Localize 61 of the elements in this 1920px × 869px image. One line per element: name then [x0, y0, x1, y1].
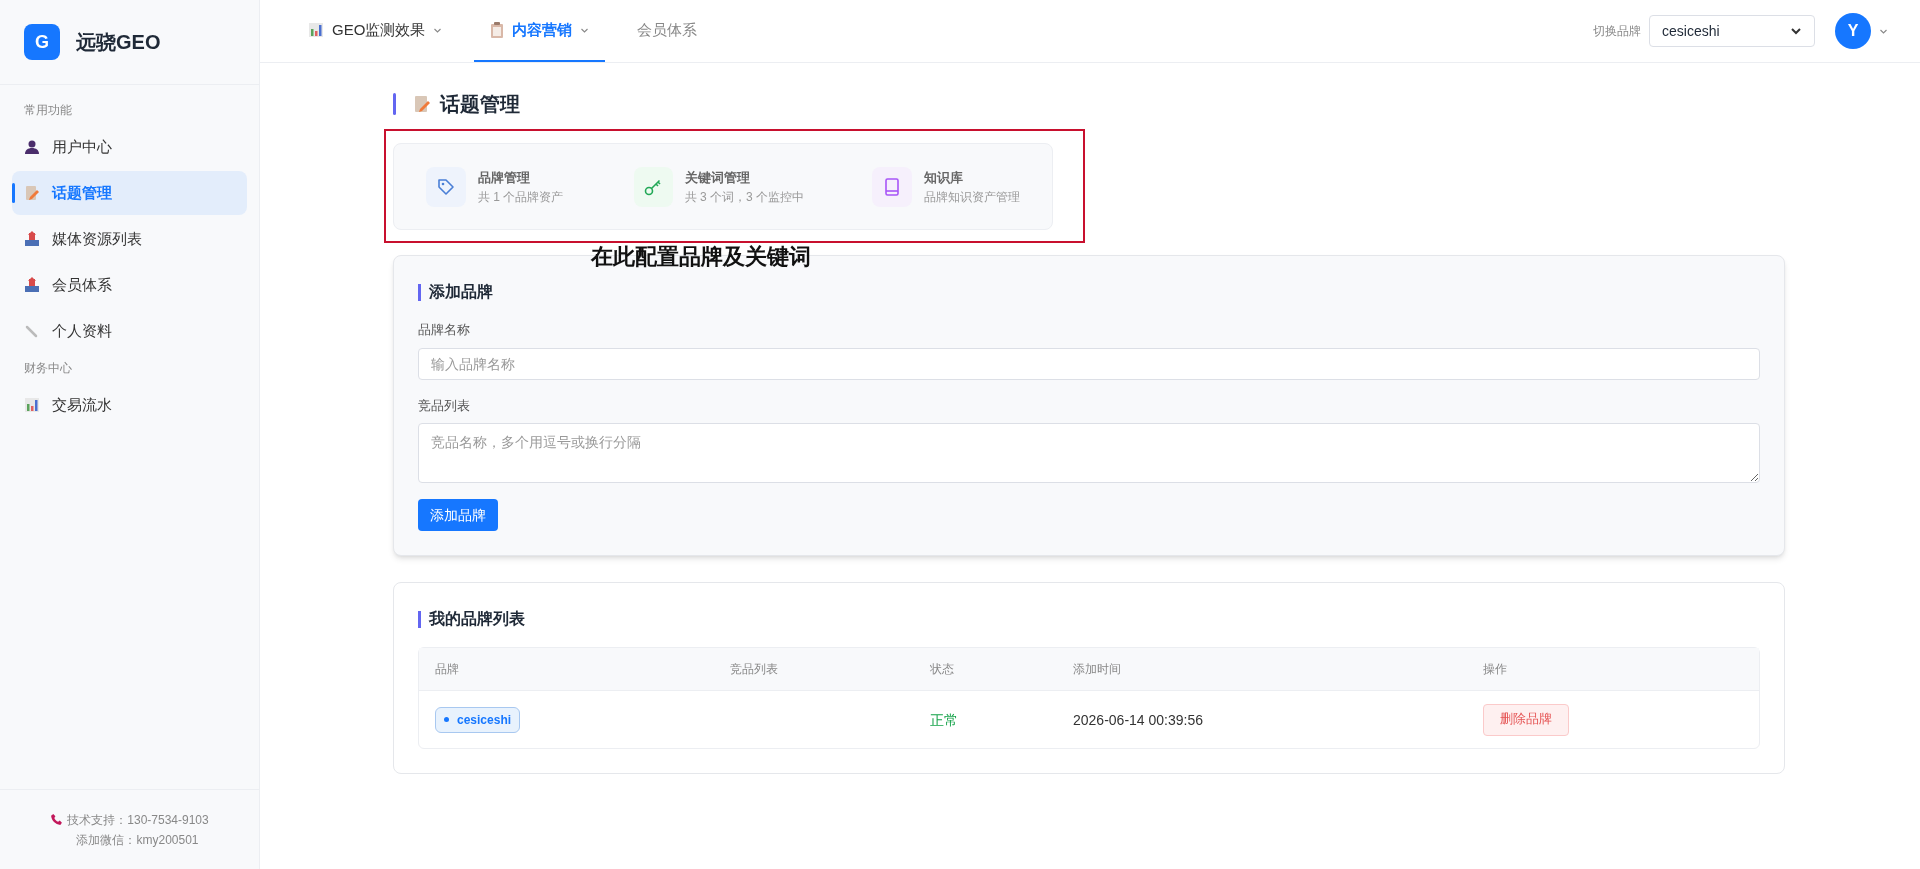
add-brand-button[interactable]: 添加品牌: [418, 499, 498, 531]
column-header: 操作: [1483, 661, 1508, 677]
delete-brand-button[interactable]: 删除品牌: [1483, 703, 1569, 736]
sidebar-item[interactable]: 交易流水: [12, 383, 247, 427]
bar-chart-icon: [308, 22, 324, 38]
logo-badge: G: [24, 24, 60, 60]
sidebar-section-title: 常用功能: [23, 102, 73, 119]
sidebar-item[interactable]: 媒体资源列表: [12, 217, 247, 261]
user-avatar[interactable]: Y: [1835, 13, 1871, 49]
tag-icon-tile[interactable]: [426, 166, 466, 207]
user-icon: [24, 139, 40, 155]
annotation-text: 在此配置品牌及关键词: [591, 243, 811, 271]
sidebar-item[interactable]: 用户中心: [12, 125, 247, 169]
switch-brand-label: 切换品牌: [1593, 23, 1641, 39]
wechat-contact: 添加微信：kmy200501: [75, 831, 199, 848]
status-text: 正常: [930, 710, 959, 730]
brand-select[interactable]: cesiceshi: [1649, 15, 1815, 47]
nav-tab[interactable]: 会员体系: [621, 0, 714, 62]
inbox-tray-icon: [24, 231, 40, 247]
app-title: 远骁GEO: [76, 30, 161, 55]
brand-tag: cesiceshi: [435, 706, 521, 733]
card-subtitle: 共 3 个词，3 个监控中: [684, 189, 804, 206]
chevron-down-icon: [1790, 25, 1802, 37]
sidebar-item[interactable]: 会员体系: [12, 263, 247, 307]
book-icon-tile[interactable]: [872, 166, 912, 207]
memo-icon: [24, 185, 40, 201]
competitors-field[interactable]: 竞品名称，多个用逗号或换行分隔: [418, 423, 1760, 483]
brand-name-field[interactable]: 输入品牌名称: [418, 347, 1760, 380]
sidebar-item[interactable]: 话题管理: [12, 171, 247, 215]
sidebar-item[interactable]: 个人资料: [12, 309, 247, 353]
column-header: 竞品列表: [730, 661, 779, 677]
clipboard-icon: [490, 22, 505, 38]
support-phone: 技术支持：130-7534-9103: [67, 811, 209, 828]
column-header: 状态: [930, 661, 955, 677]
card-subtitle: 品牌知识资产管理: [924, 189, 1020, 206]
bar-chart-icon: [24, 397, 40, 413]
nav-tab[interactable]: 内容营销: [474, 0, 606, 62]
section-title: 我的品牌列表: [429, 609, 525, 629]
table-cell-text: 2026-06-14 00:39:56: [1073, 710, 1204, 730]
title-accent-bar: [393, 93, 396, 115]
book-icon: [882, 176, 902, 197]
sidebar-section-title: 财务中心: [23, 360, 73, 377]
tag-icon: [436, 176, 456, 197]
memo-icon: [412, 94, 432, 114]
section-accent-bar: [418, 283, 421, 301]
card-title[interactable]: 知识库: [924, 167, 1020, 188]
field-label: 竞品列表: [418, 396, 471, 415]
card-subtitle: 共 1 个品牌资产: [478, 189, 564, 206]
card-title[interactable]: 关键词管理: [684, 167, 804, 188]
inbox-tray-icon: [24, 277, 40, 293]
field-label: 品牌名称: [418, 321, 471, 339]
card-title[interactable]: 品牌管理: [478, 167, 564, 188]
nav-tab[interactable]: GEO监测效果: [292, 0, 459, 62]
bone-icon: [24, 323, 40, 339]
phone-icon: [50, 813, 64, 826]
page-title: 话题管理: [440, 92, 520, 117]
column-header: 品牌: [435, 661, 460, 677]
key-icon-tile[interactable]: [634, 166, 673, 207]
section-title: 添加品牌: [429, 282, 493, 302]
column-header: 添加时间: [1073, 661, 1122, 677]
section-accent-bar: [418, 610, 421, 628]
